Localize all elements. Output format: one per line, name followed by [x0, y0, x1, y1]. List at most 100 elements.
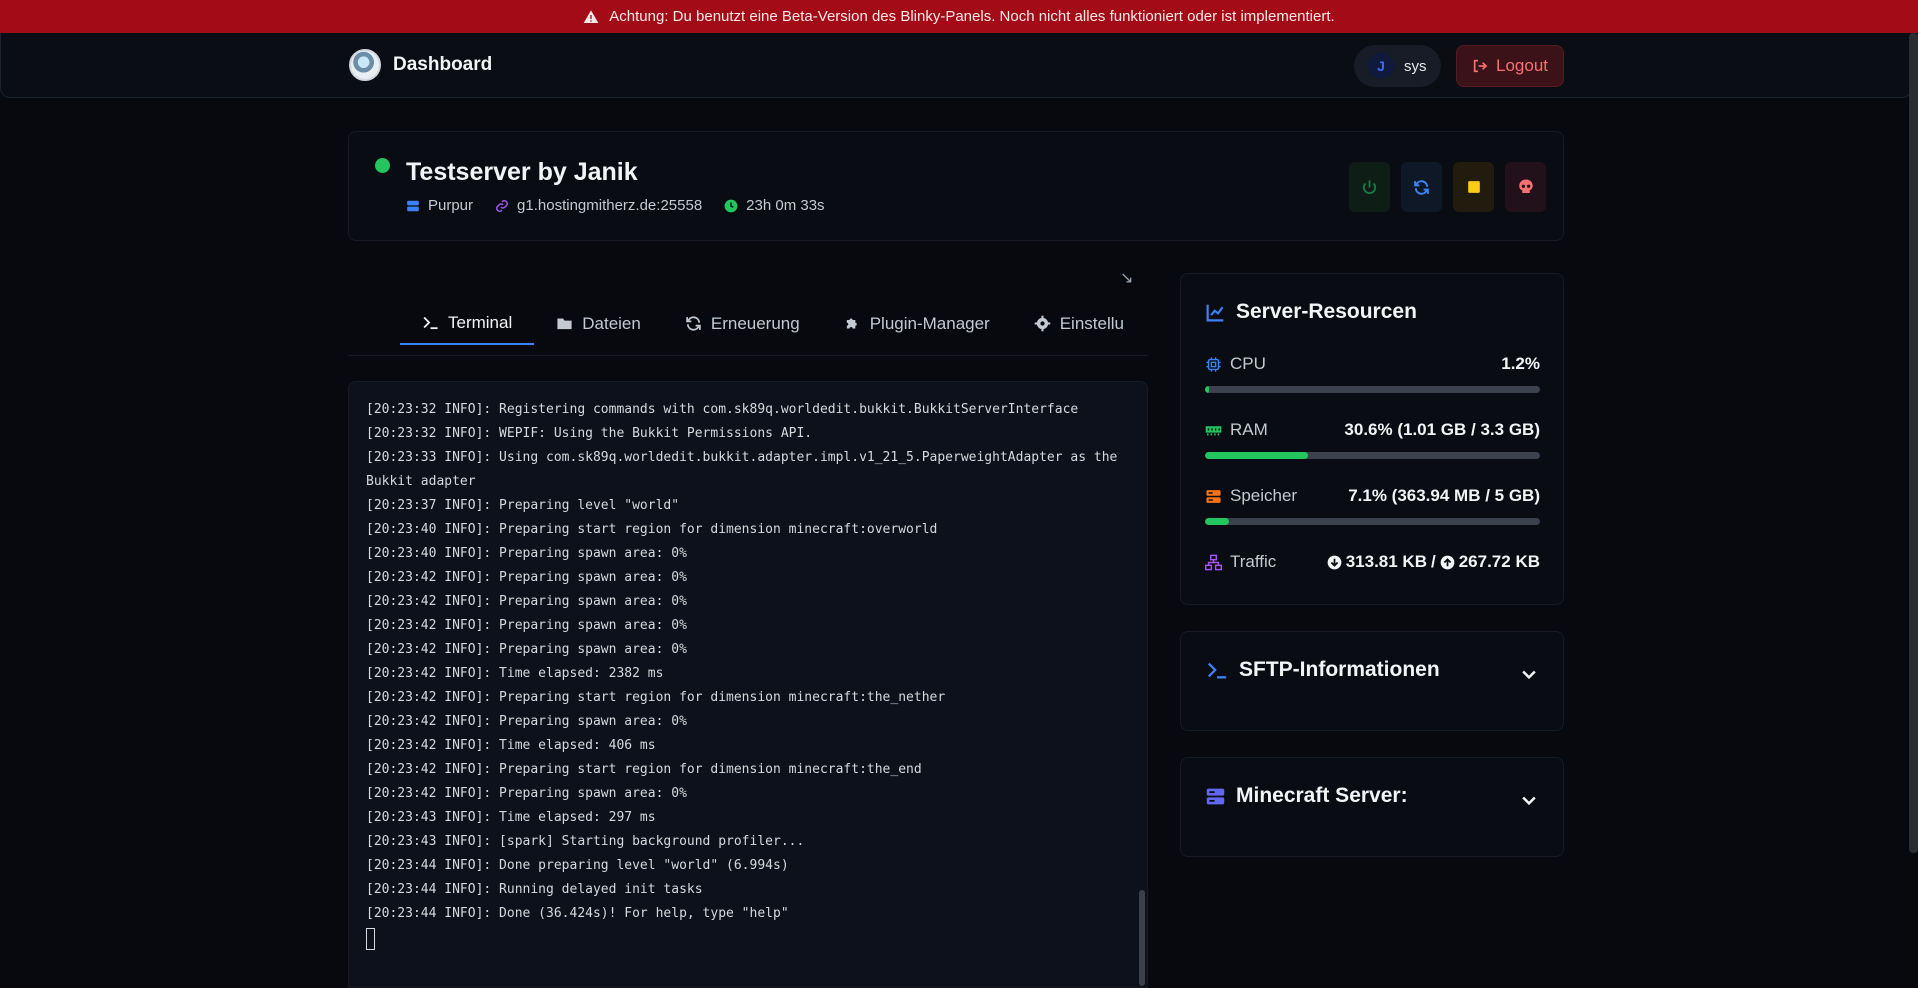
- skull-icon: [1518, 179, 1533, 193]
- terminal-console[interactable]: [20:23:32 INFO]: Registering commands wi…: [348, 381, 1148, 988]
- terminal-line: [20:23:42 INFO]: Preparing start region …: [366, 762, 922, 777]
- server-icon: [1206, 788, 1225, 804]
- storage-label: Speicher: [1205, 486, 1297, 506]
- tab-dateien[interactable]: Dateien: [534, 302, 663, 345]
- storage-bar: [1205, 518, 1540, 525]
- traffic-down: 313.81 KB: [1345, 552, 1427, 571]
- server-address[interactable]: g1.hostingmitherz.de:25558: [495, 197, 702, 214]
- restart-button[interactable]: [1401, 162, 1442, 212]
- server-uptime: 23h 0m 33s: [724, 197, 825, 214]
- folder-icon: [557, 318, 572, 330]
- user-name: sys: [1404, 57, 1427, 75]
- terminal-line: [20:23:32 INFO]: WEPIF: Using the Bukkit…: [366, 426, 813, 441]
- download-icon: [1327, 555, 1342, 569]
- terminal-line: [20:23:40 INFO]: Preparing spawn area: 0…: [366, 546, 687, 561]
- server-resources-title: Server-Resourcen: [1205, 300, 1417, 324]
- terminal-line: [20:23:37 INFO]: Preparing level "world": [366, 498, 680, 513]
- chart-line-icon: [1206, 304, 1224, 321]
- traffic-label-text: Traffic: [1230, 552, 1277, 571]
- cpu-icon: [1206, 356, 1221, 372]
- ram-bar-fill: [1205, 452, 1308, 459]
- tab-erneuerung-label: Erneuerung: [710, 313, 800, 333]
- server-header-card: Testserver by Janik Purpur g1.hostingmit…: [348, 131, 1564, 241]
- tab-plugin-manager[interactable]: Plugin-Manager: [822, 302, 1012, 345]
- tab-einstellungen[interactable]: Einstellu: [1012, 302, 1145, 345]
- terminal-line: [20:23:44 INFO]: Done preparing level "w…: [366, 858, 789, 873]
- terminal-line: [20:23:44 INFO]: Done (36.424s)! For hel…: [366, 906, 789, 921]
- link-icon: [496, 199, 508, 212]
- refresh-icon: [1414, 179, 1429, 195]
- cpu-label-text: CPU: [1230, 354, 1266, 373]
- terminal-line: [20:23:32 INFO]: Registering commands wi…: [366, 402, 1079, 417]
- traffic-value: 313.81 KB / 267.72 KB: [1327, 552, 1540, 572]
- terminal-line: [20:23:40 INFO]: Preparing start region …: [366, 522, 938, 537]
- tab-terminal[interactable]: Terminal: [400, 302, 535, 345]
- ram-bar: [1205, 452, 1540, 459]
- sftp-title-label: SFTP-Informationen: [1239, 658, 1440, 681]
- tab-einstellungen-label: Einstellu: [1059, 313, 1124, 333]
- terminal-line: [20:23:42 INFO]: Time elapsed: 2382 ms: [366, 666, 664, 681]
- sftp-card[interactable]: SFTP-Informationen: [1180, 631, 1564, 731]
- terminal-line: [20:23:33 INFO]: Using com.sk89q.worlded…: [366, 450, 1126, 489]
- user-menu[interactable]: J sys: [1354, 45, 1441, 87]
- server-uptime-label: 23h 0m 33s: [746, 197, 825, 214]
- traffic-label: Traffic: [1205, 552, 1276, 572]
- chevron-down-icon[interactable]: [1519, 790, 1539, 810]
- terminal-line: [20:23:42 INFO]: Preparing start region …: [366, 690, 946, 705]
- server-address-label: g1.hostingmitherz.de:25558: [517, 197, 703, 214]
- chevron-down-icon[interactable]: [1519, 664, 1539, 684]
- network-icon: [1205, 554, 1222, 570]
- stop-button[interactable]: [1453, 162, 1494, 212]
- gear-icon: [1034, 315, 1051, 332]
- terminal-line: [20:23:43 INFO]: [spark] Starting backgr…: [366, 834, 805, 849]
- traffic-separator: /: [1430, 552, 1436, 571]
- hard-drive-icon: [1206, 489, 1221, 503]
- storage-bar-fill: [1205, 518, 1229, 525]
- clock-icon: [724, 199, 738, 212]
- sftp-title: SFTP-Informationen: [1205, 658, 1440, 682]
- beta-warning-banner: Achtung: Du benutzt eine Beta-Version de…: [0, 0, 1918, 33]
- terminal-icon: [423, 316, 438, 330]
- ram-label: RAM: [1205, 420, 1268, 440]
- cpu-bar: [1205, 386, 1540, 393]
- ram-value: 30.6% (1.01 GB / 3.3 GB): [1344, 420, 1540, 439]
- tab-list: Terminal Dateien Erneuerung Plugin-Manag…: [400, 302, 1145, 345]
- top-navbar: Dashboard J sys Logout: [0, 33, 1912, 98]
- beta-warning-text: Achtung: Du benutzt eine Beta-Version de…: [609, 8, 1335, 25]
- memory-icon: [1205, 425, 1222, 435]
- server-resources-title-label: Server-Resourcen: [1236, 300, 1417, 323]
- tab-erneuerung[interactable]: Erneuerung: [663, 302, 822, 345]
- tab-dateien-label: Dateien: [582, 313, 641, 333]
- server-status-indicator: [375, 158, 390, 173]
- terminal-line: [20:23:42 INFO]: Preparing spawn area: 0…: [366, 714, 687, 729]
- terminal-line: [20:23:42 INFO]: Time elapsed: 406 ms: [366, 738, 656, 753]
- upload-icon: [1440, 555, 1455, 569]
- power-icon: [1362, 179, 1377, 194]
- refresh-icon: [686, 316, 701, 331]
- logout-label: Logout: [1496, 56, 1548, 75]
- server-name: Testserver by Janik: [406, 158, 638, 186]
- terminal-line: [20:23:42 INFO]: Preparing spawn area: 0…: [366, 786, 687, 801]
- start-button[interactable]: [1349, 162, 1390, 212]
- panel-logo: [349, 49, 381, 81]
- server-icon: [407, 200, 419, 211]
- tabs-bar: Terminal Dateien Erneuerung Plugin-Manag…: [348, 270, 1148, 356]
- minecraft-server-card[interactable]: Minecraft Server:: [1180, 757, 1564, 857]
- logout-button[interactable]: Logout: [1456, 45, 1564, 87]
- traffic-up: 267.72 KB: [1458, 552, 1540, 571]
- user-avatar: J: [1368, 53, 1394, 79]
- kill-button[interactable]: [1505, 162, 1546, 212]
- cpu-label: CPU: [1205, 354, 1266, 374]
- server-software: Purpur: [406, 197, 473, 214]
- minecraft-server-title-label: Minecraft Server:: [1236, 784, 1408, 807]
- server-meta: Purpur g1.hostingmitherz.de:25558 23h 0m…: [406, 197, 825, 214]
- terminal-line: [20:23:43 INFO]: Time elapsed: 297 ms: [366, 810, 656, 825]
- terminal-line: [20:23:42 INFO]: Preparing spawn area: 0…: [366, 594, 687, 609]
- puzzle-icon: [846, 318, 857, 329]
- terminal-line: [20:23:42 INFO]: Preparing spawn area: 0…: [366, 618, 687, 633]
- server-actions: [1349, 162, 1546, 212]
- terminal-line: [20:23:44 INFO]: Running delayed init ta…: [366, 882, 703, 897]
- brand[interactable]: Dashboard: [349, 49, 492, 81]
- page-scrollbar[interactable]: [1909, 33, 1918, 853]
- terminal-scrollbar[interactable]: [1139, 890, 1145, 986]
